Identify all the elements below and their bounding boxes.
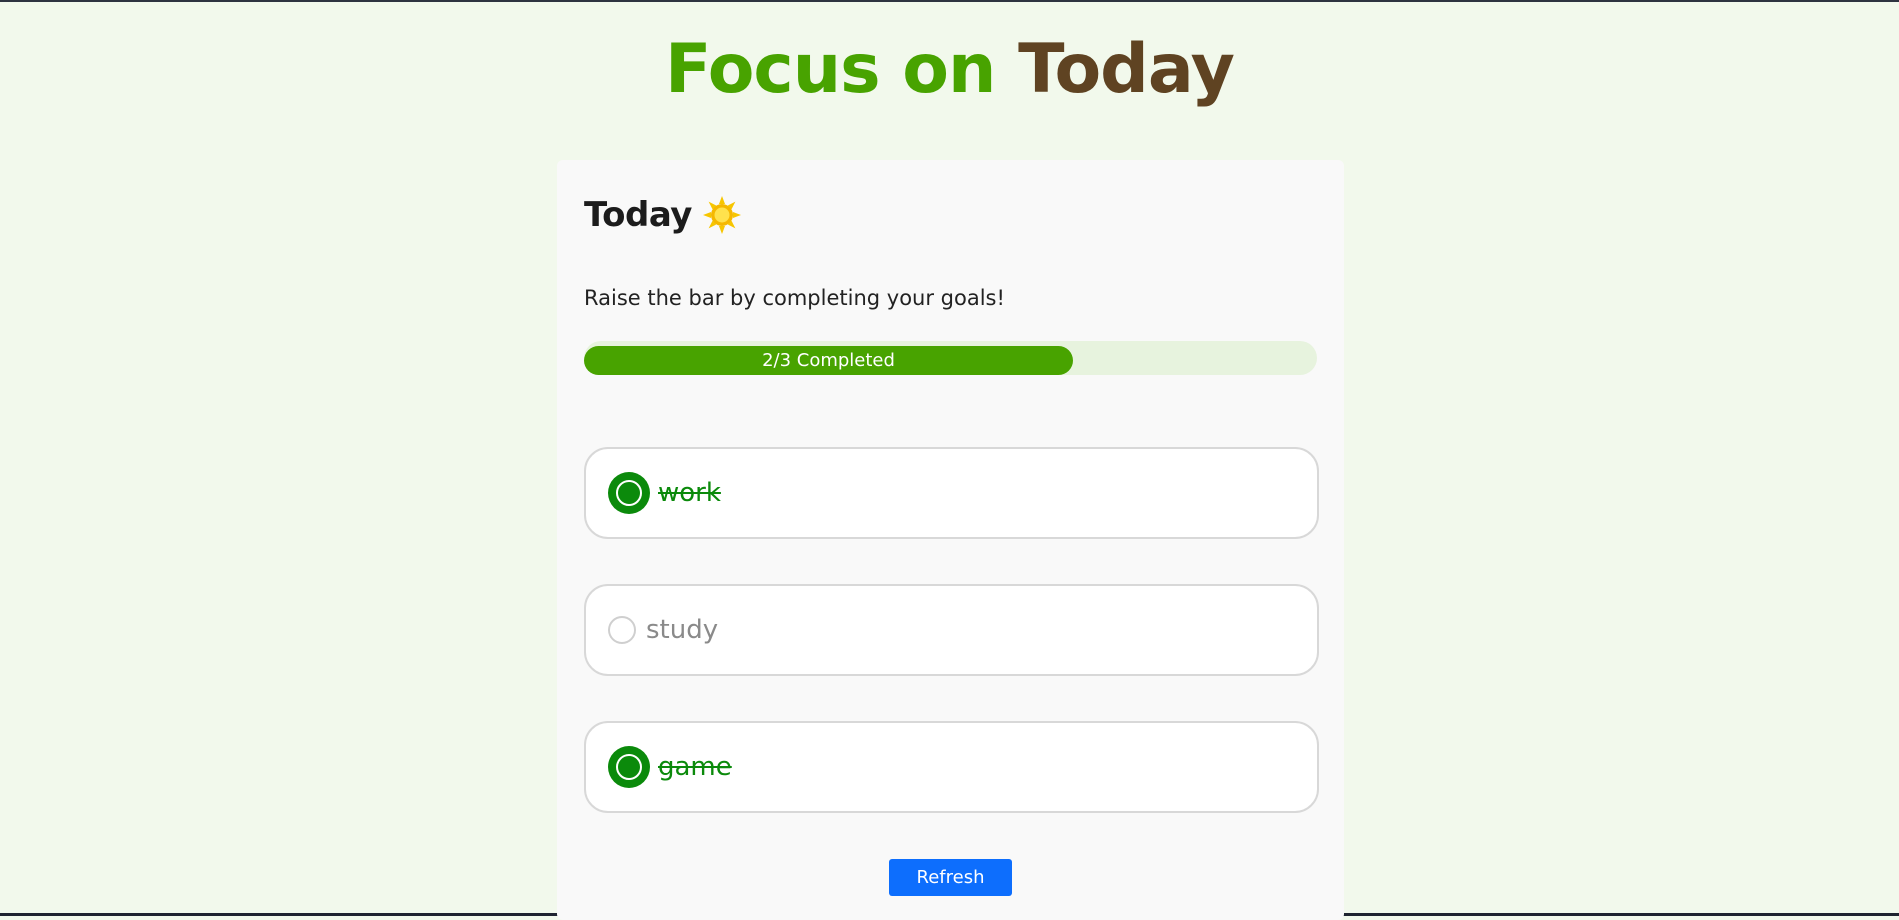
goal-item-study[interactable]: study [584, 584, 1319, 676]
goal-text[interactable]: game [658, 752, 732, 782]
page-title: Focus on Today [0, 30, 1899, 110]
refresh-button[interactable]: Refresh [889, 859, 1012, 896]
goal-item-game[interactable]: game [584, 721, 1319, 813]
goal-checkbox[interactable] [608, 746, 650, 788]
card-heading: Today [584, 190, 742, 240]
sun-icon [702, 196, 741, 234]
goal-text[interactable]: work [658, 478, 721, 508]
goals-card: Today Raise the bar by completing your g… [557, 160, 1344, 920]
goal-item-work[interactable]: work [584, 447, 1319, 539]
goal-text[interactable]: study [646, 615, 718, 645]
goal-checkbox[interactable] [608, 616, 636, 644]
page-title-part-2: Today [1018, 30, 1235, 109]
goal-checkbox[interactable] [608, 472, 650, 514]
progress-fill: 2/3 Completed [584, 346, 1073, 375]
progress-bar: 2/3 Completed [584, 341, 1317, 375]
card-heading-text: Today [584, 195, 692, 235]
page-title-part-1: Focus on [665, 30, 996, 109]
progress-label: 2/3 Completed [762, 350, 895, 371]
subtitle: Raise the bar by completing your goals! [584, 286, 1005, 310]
